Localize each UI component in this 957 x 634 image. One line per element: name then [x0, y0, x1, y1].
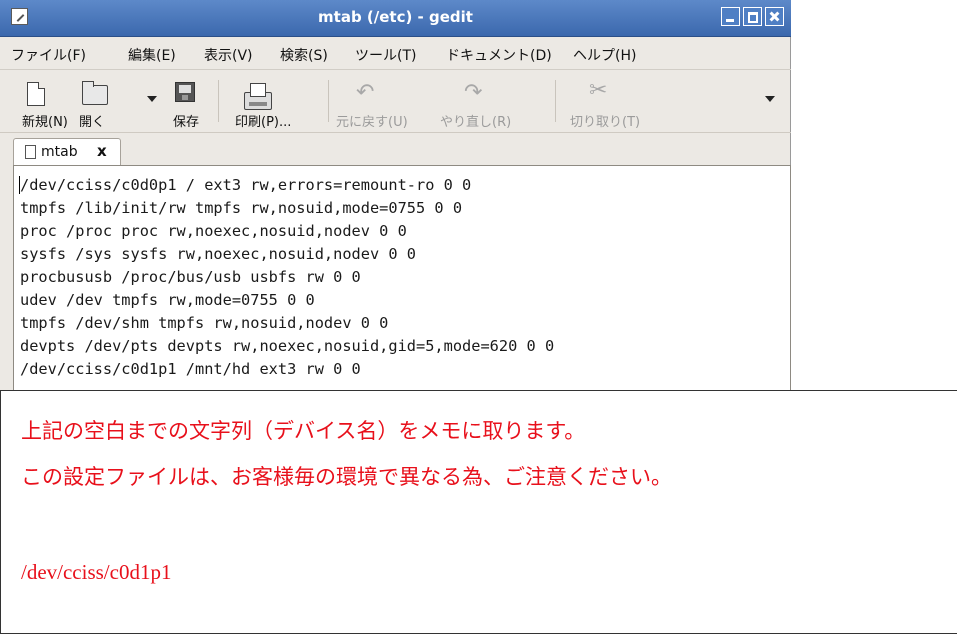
editor-line: proc /proc proc rw,noexec,nosuid,nodev 0… — [20, 222, 407, 240]
undo-button[interactable]: ↶ 元に戻す(U) — [336, 74, 432, 130]
toolbar-overflow-arrow-icon[interactable] — [765, 96, 775, 102]
editor-line: procbususb /proc/bus/usb usbfs rw 0 0 — [20, 268, 361, 286]
menu-file[interactable]: ファイル(F) — [11, 45, 86, 65]
note-instruction: 上記の空白までの文字列（デバイス名）をメモに取ります。 — [21, 419, 586, 443]
save-button[interactable]: 保存 — [167, 74, 211, 130]
editor-line: tmpfs /dev/shm tmpfs rw,nosuid,nodev 0 0 — [20, 314, 389, 332]
redo-arrow-icon: ↷ — [464, 80, 483, 105]
editor-line: /dev/cciss/c0d1p1 /mnt/hd ext3 rw 0 0 — [20, 360, 361, 378]
print-label: 印刷(P)... — [235, 115, 292, 130]
tab-label: mtab — [41, 144, 78, 160]
save-label: 保存 — [173, 115, 200, 130]
save-disk-icon — [175, 82, 195, 102]
editor-line: devpts /dev/pts devpts rw,noexec,nosuid,… — [20, 337, 555, 355]
cut-button[interactable]: ✂ 切り取り(T) — [565, 74, 659, 130]
menu-edit[interactable]: 編集(E) — [128, 45, 176, 65]
toolbar-separator — [555, 80, 556, 122]
redo-label: やり直し(R) — [440, 115, 512, 130]
new-label: 新規(N) — [22, 115, 68, 130]
document-icon — [25, 145, 36, 159]
close-icon[interactable] — [765, 7, 784, 26]
scissors-icon: ✂ — [589, 78, 608, 103]
menu-tools[interactable]: ツール(T) — [355, 45, 416, 65]
tab-mtab[interactable]: mtab x — [13, 138, 121, 166]
redo-button[interactable]: ↷ やり直し(R) — [440, 74, 526, 130]
tab-close-icon[interactable]: x — [97, 142, 107, 160]
window-title: mtab (/etc) - gedit — [318, 8, 473, 26]
title-bar[interactable]: mtab (/etc) - gedit — [0, 0, 791, 37]
note-device-name: /dev/cciss/c0d1p1 — [21, 560, 172, 584]
note-caution: この設定ファイルは、お客様毎の環境で異なる為、ご注意ください。 — [21, 465, 672, 489]
open-dropdown-arrow-icon[interactable] — [147, 96, 157, 102]
cut-label: 切り取り(T) — [570, 115, 641, 130]
document-tab-bar: mtab x — [0, 132, 791, 166]
editor-line: sysfs /sys sysfs rw,noexec,nosuid,nodev … — [20, 245, 417, 263]
editor-line: tmpfs /lib/init/rw tmpfs rw,nosuid,mode=… — [20, 199, 463, 217]
undo-label: 元に戻す(U) — [336, 115, 408, 130]
new-document-icon — [27, 82, 45, 106]
editor-line: /dev/cciss/c0d0p1 / ext3 rw,errors=remou… — [20, 176, 472, 194]
toolbar: 新規(N) 開く 保存 印刷(P)... ↶ 元に戻す(U) ↷ やり直し(R)… — [0, 70, 791, 133]
menu-help[interactable]: ヘルプ(H) — [573, 45, 636, 65]
print-button[interactable]: 印刷(P)... — [227, 74, 317, 130]
minimize-icon[interactable] — [721, 7, 740, 26]
menu-bar: ファイル(F) 編集(E) 表示(V) 検索(S) ツール(T) ドキュメント(… — [0, 37, 791, 70]
open-folder-icon — [82, 81, 108, 105]
menu-search[interactable]: 検索(S) — [280, 45, 328, 65]
menu-documents[interactable]: ドキュメント(D) — [446, 45, 552, 65]
menu-view[interactable]: 表示(V) — [204, 45, 253, 65]
annotation-note-box: 上記の空白までの文字列（デバイス名）をメモに取ります。 この設定ファイルは、お客… — [0, 390, 957, 634]
undo-arrow-icon: ↶ — [356, 80, 375, 105]
maximize-icon[interactable] — [743, 7, 762, 26]
new-button[interactable]: 新規(N) — [10, 74, 70, 130]
printer-icon — [244, 83, 272, 110]
open-button[interactable]: 開く — [78, 74, 118, 130]
open-label: 開く — [79, 115, 106, 130]
editor-line: udev /dev tmpfs rw,mode=0755 0 0 — [20, 291, 315, 309]
toolbar-separator — [218, 80, 219, 122]
toolbar-separator — [328, 80, 329, 122]
